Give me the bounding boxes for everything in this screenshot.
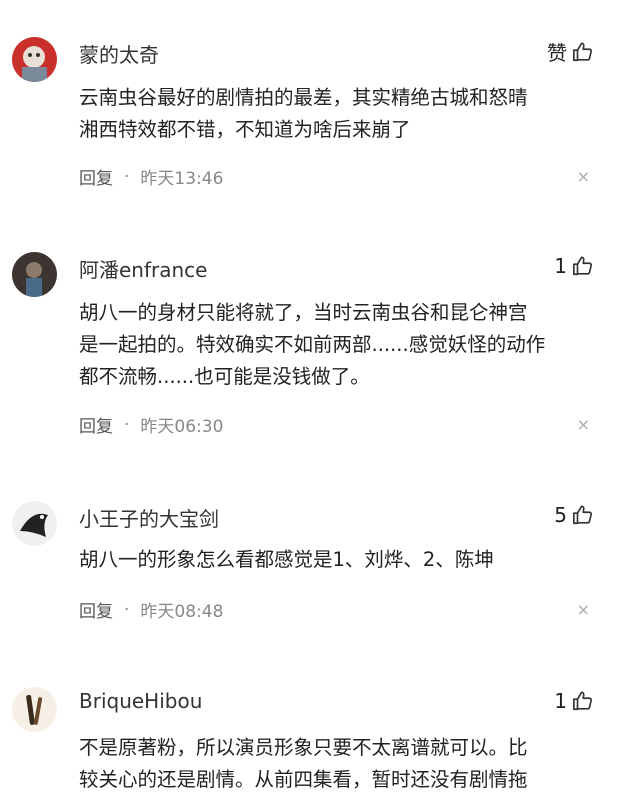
timestamp: 昨天13:46 bbox=[140, 169, 224, 189]
comment-text: 胡八一的身材只能将就了，当时云南虫谷和昆仑神宫 是一起拍的。特效确实不如前两部.… bbox=[79, 297, 607, 393]
comment-text: 胡八一的形象怎么看都感觉是1、刘烨、2、陈坤 bbox=[79, 544, 607, 576]
thumbs-up-icon bbox=[572, 690, 594, 712]
timestamp: 昨天08:48 bbox=[140, 602, 224, 622]
like-button[interactable]: 1 bbox=[554, 689, 594, 713]
username[interactable]: 小王子的大宝剑 bbox=[79, 503, 219, 532]
comment-meta: 回复 · 昨天08:48 bbox=[79, 597, 224, 623]
comment-meta: 回复 · 昨天06:30 bbox=[79, 412, 224, 438]
like-count: 1 bbox=[554, 689, 567, 713]
reply-button[interactable]: 回复 bbox=[79, 597, 113, 622]
separator-dot: · bbox=[124, 166, 130, 187]
separator-dot: · bbox=[124, 414, 130, 435]
comment-line: 湘西特效都不错，不知道为啥后来崩了 bbox=[79, 118, 411, 141]
comment-line: 较关心的还是剧情。从前四集看，暂时还没有剧情拖 bbox=[79, 768, 528, 791]
thumbs-up-icon bbox=[572, 504, 594, 526]
avatar[interactable] bbox=[12, 37, 57, 82]
reply-button[interactable]: 回复 bbox=[79, 164, 113, 189]
comment-line: 胡八一的形象怎么看都感觉是1、刘烨、2、陈坤 bbox=[79, 548, 494, 571]
like-count: 赞 bbox=[547, 41, 567, 65]
thumbs-up-icon bbox=[572, 41, 594, 63]
comment-meta: 回复 · 昨天13:46 bbox=[79, 164, 224, 190]
close-icon[interactable]: × bbox=[577, 167, 590, 186]
avatar[interactable] bbox=[12, 687, 57, 732]
comment-line: 都不流畅......也可能是没钱做了。 bbox=[79, 365, 370, 388]
username[interactable]: 蒙的太奇 bbox=[79, 39, 159, 68]
comment-line: 云南虫谷最好的剧情拍的最差，其实精绝古城和怒晴 bbox=[79, 86, 528, 109]
comment-line: 胡八一的身材只能将就了，当时云南虫谷和昆仑神宫 bbox=[79, 301, 528, 324]
like-count: 5 bbox=[554, 503, 567, 527]
comment-line: 是一起拍的。特效确实不如前两部......感觉妖怪的动作 bbox=[79, 333, 546, 356]
like-button[interactable]: 赞 bbox=[547, 37, 594, 66]
reply-button[interactable]: 回复 bbox=[79, 412, 113, 437]
like-button[interactable]: 5 bbox=[554, 503, 594, 527]
like-button[interactable]: 1 bbox=[554, 254, 594, 278]
username[interactable]: 阿潘enfrance bbox=[79, 254, 207, 283]
comment-text: 云南虫谷最好的剧情拍的最差，其实精绝古城和怒晴 湘西特效都不错，不知道为啥后来崩… bbox=[79, 82, 607, 146]
like-count: 1 bbox=[554, 254, 567, 278]
separator-dot: · bbox=[124, 599, 130, 620]
avatar[interactable] bbox=[12, 252, 57, 297]
close-icon[interactable]: × bbox=[577, 600, 590, 619]
avatar[interactable] bbox=[12, 501, 57, 546]
thumbs-up-icon bbox=[572, 255, 594, 277]
username[interactable]: BriqueHibou bbox=[79, 689, 202, 713]
comment-line: 不是原著粉，所以演员形象只要不太离谱就可以。比 bbox=[79, 736, 528, 759]
comment-text: 不是原著粉，所以演员形象只要不太离谱就可以。比 较关心的还是剧情。从前四集看，暂… bbox=[79, 732, 607, 796]
close-icon[interactable]: × bbox=[577, 415, 590, 434]
timestamp: 昨天06:30 bbox=[140, 417, 224, 437]
